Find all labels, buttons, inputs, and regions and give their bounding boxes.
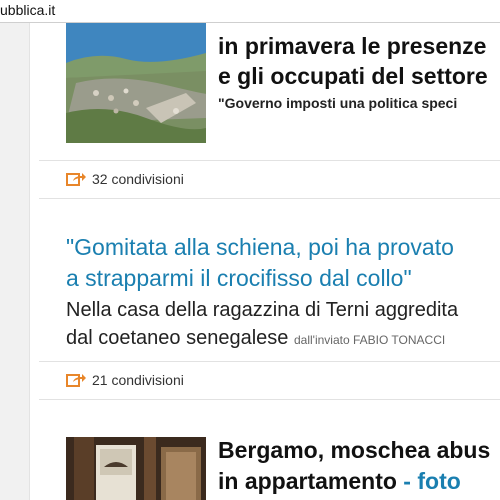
article-1-subtitle: "Governo imposti una politica speci [218,95,458,111]
article-1-share-button[interactable]: 32 condivisioni [66,169,184,189]
article-1-share-count: 32 condivisioni [92,171,184,187]
divider [39,361,500,362]
article-2-headline-line-1[interactable]: "Gomitata alla schiena, poi ha provato [66,234,454,261]
article-2-summary-line-1: Nella casa della ragazzina di Terni aggr… [66,299,459,321]
share-icon [66,173,86,186]
article-2-share-count: 21 condivisioni [92,372,184,388]
article-2-byline: dall'inviato FABIO TONACCI [293,333,446,347]
coastal-town-photo-icon [66,23,206,143]
divider [39,198,500,199]
address-bar[interactable]: ubblica.it [0,0,500,23]
article-2-summary-line-2-text: dal coetaneo senegalese [66,327,289,349]
article-3-headline-line-1[interactable]: Bergamo, moschea abus [218,437,490,464]
share-icon [66,374,86,387]
article-2-headline-line-2[interactable]: a strapparmi il crocifisso dal collo" [66,265,412,292]
article-3-thumbnail[interactable] [66,437,206,500]
article-2-share-button[interactable]: 21 condivisioni [66,370,184,390]
article-3-photo-link[interactable]: - foto [397,468,460,494]
url-text[interactable]: ubblica.it [0,2,55,18]
article-2-summary-line-2: dal coetaneo senegalese dall'inviato FAB… [66,327,445,350]
divider [39,399,500,400]
article-1-thumbnail[interactable] [66,23,206,143]
article-3-headline-line-2[interactable]: in appartamento - foto [218,468,461,495]
divider [39,160,500,161]
article-1-headline-line-1[interactable]: in primavera le presenze [218,33,486,60]
page-viewport: in primavera le presenze e gli occupati … [0,23,500,500]
article-1-headline-line-2[interactable]: e gli occupati del settore [218,63,488,90]
mosque-interior-photo-icon [66,437,206,500]
article-3-headline-text[interactable]: in appartamento [218,468,397,494]
